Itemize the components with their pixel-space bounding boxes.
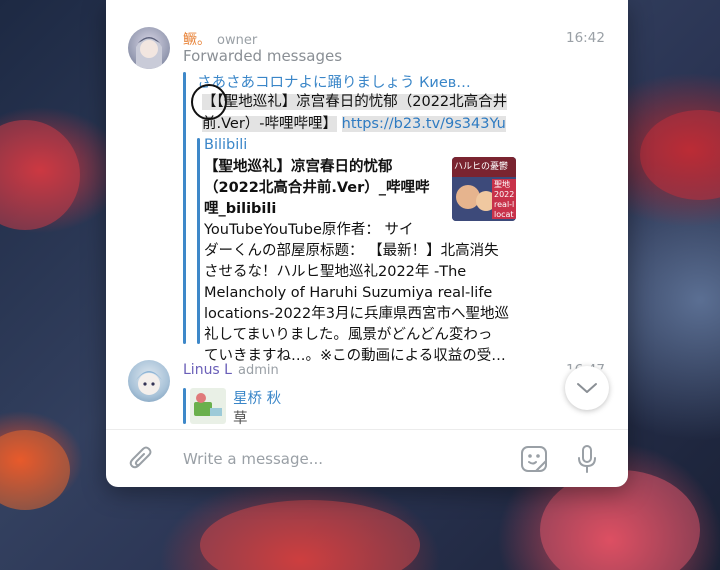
scroll-to-bottom-button[interactable] <box>565 366 609 410</box>
wallpaper-shape <box>0 120 80 230</box>
preview-title-line3: 哩_bilibili <box>204 201 277 217</box>
sender-role: admin <box>237 363 279 378</box>
sender-name[interactable]: 鳜。 <box>183 32 211 48</box>
message-header: Linus L admin <box>183 362 279 378</box>
reply-thumbnail <box>190 388 226 424</box>
preview-title-line2: （2022北高合井前.Ver）_哔哩哔 <box>204 180 430 196</box>
selected-text-line1: 【【聖地巡礼】凉宫春日的忧郁（2022北高合井 <box>202 94 508 110</box>
preview-title[interactable]: 【聖地巡礼】凉宫春日的忧郁 （2022北高合井前.Ver）_哔哩哔 哩_bili… <box>204 157 436 220</box>
svg-text:2022: 2022 <box>494 190 514 199</box>
preview-thumbnail[interactable]: ハルヒの憂鬱 聖地 2022 real-l locat <box>452 157 516 221</box>
message-input[interactable]: Write a message... <box>183 450 323 468</box>
wallpaper-shape <box>200 500 420 570</box>
preview-body-line: 礼してまいりました。風景がどんどん変わっ <box>204 327 493 343</box>
forwarded-label: Forwarded messages <box>183 47 343 65</box>
message-link[interactable]: https://b23.tv/9s343Yu <box>341 116 506 132</box>
voice-message-button[interactable] <box>572 442 602 476</box>
svg-text:聖地: 聖地 <box>494 179 510 189</box>
reply-text: 草 <box>233 411 248 427</box>
sticker-face-icon <box>521 446 547 472</box>
selected-message-text[interactable]: 【【聖地巡礼】凉宫春日的忧郁（2022北高合井 前.Ver）-哔哩哔哩】 htt… <box>202 91 508 135</box>
microphone-icon <box>578 445 596 473</box>
composer-divider <box>106 429 628 430</box>
svg-text:ハルヒの憂鬱: ハルヒの憂鬱 <box>454 160 508 172</box>
message-header: 鳜。 owner <box>183 29 257 49</box>
forwarded-from-author[interactable]: さあさあコロナよに踊りましょう Киев… <box>197 71 471 92</box>
chat-window: 鳜。 owner 16:42 Forwarded messages さあさあコロナ… <box>106 0 628 487</box>
paperclip-icon <box>129 446 152 469</box>
sender-role: owner <box>217 33 258 48</box>
preview-title-line1: 【聖地巡礼】凉宫春日的忧郁 <box>204 159 393 175</box>
link-preview-bar <box>197 138 200 344</box>
preview-site-name: Bilibili <box>204 137 248 153</box>
avatar-image <box>136 37 162 69</box>
svg-text:locat: locat <box>494 210 514 219</box>
reply-author[interactable]: 星桥 秋 <box>233 387 281 408</box>
preview-description: YouTubeYouTube原作者： サイ ダーくんの部屋原标题： 【最新！】北… <box>204 220 524 367</box>
preview-body-line: locations-2022年3月に兵庫県西宮市へ聖地巡 <box>204 306 509 322</box>
admin-avatar[interactable] <box>128 360 170 402</box>
reply-thumbnail-image <box>194 393 222 416</box>
attach-button[interactable] <box>126 444 156 474</box>
thumbnail-image: ハルヒの憂鬱 聖地 2022 real-l locat <box>452 157 516 221</box>
pointer-highlight-circle <box>191 84 227 120</box>
chevron-down-icon <box>577 383 597 393</box>
message-time: 16:42 <box>566 30 605 46</box>
owner-avatar[interactable] <box>128 27 170 69</box>
forward-quote-bar <box>183 72 186 344</box>
sender-name[interactable]: Linus L <box>183 362 232 378</box>
avatar-image <box>136 371 162 395</box>
wallpaper-shape <box>0 430 70 510</box>
preview-body-line: させるな！ハルヒ聖地巡礼2022年 -The <box>204 264 467 280</box>
preview-body-line: Melancholy of Haruhi Suzumiya real-life <box>204 285 493 301</box>
reply-quote-bar <box>183 388 186 424</box>
wallpaper-shape <box>640 110 720 200</box>
svg-text:real-l: real-l <box>494 200 514 209</box>
selected-text-line2: 前.Ver）-哔哩哔哩】 <box>202 116 338 132</box>
emoji-button[interactable] <box>518 443 550 475</box>
preview-body-line: YouTubeYouTube原作者： サイ <box>204 222 414 238</box>
preview-body-line: ダーくんの部屋原标题： 【最新！】北高消失 <box>204 243 499 259</box>
